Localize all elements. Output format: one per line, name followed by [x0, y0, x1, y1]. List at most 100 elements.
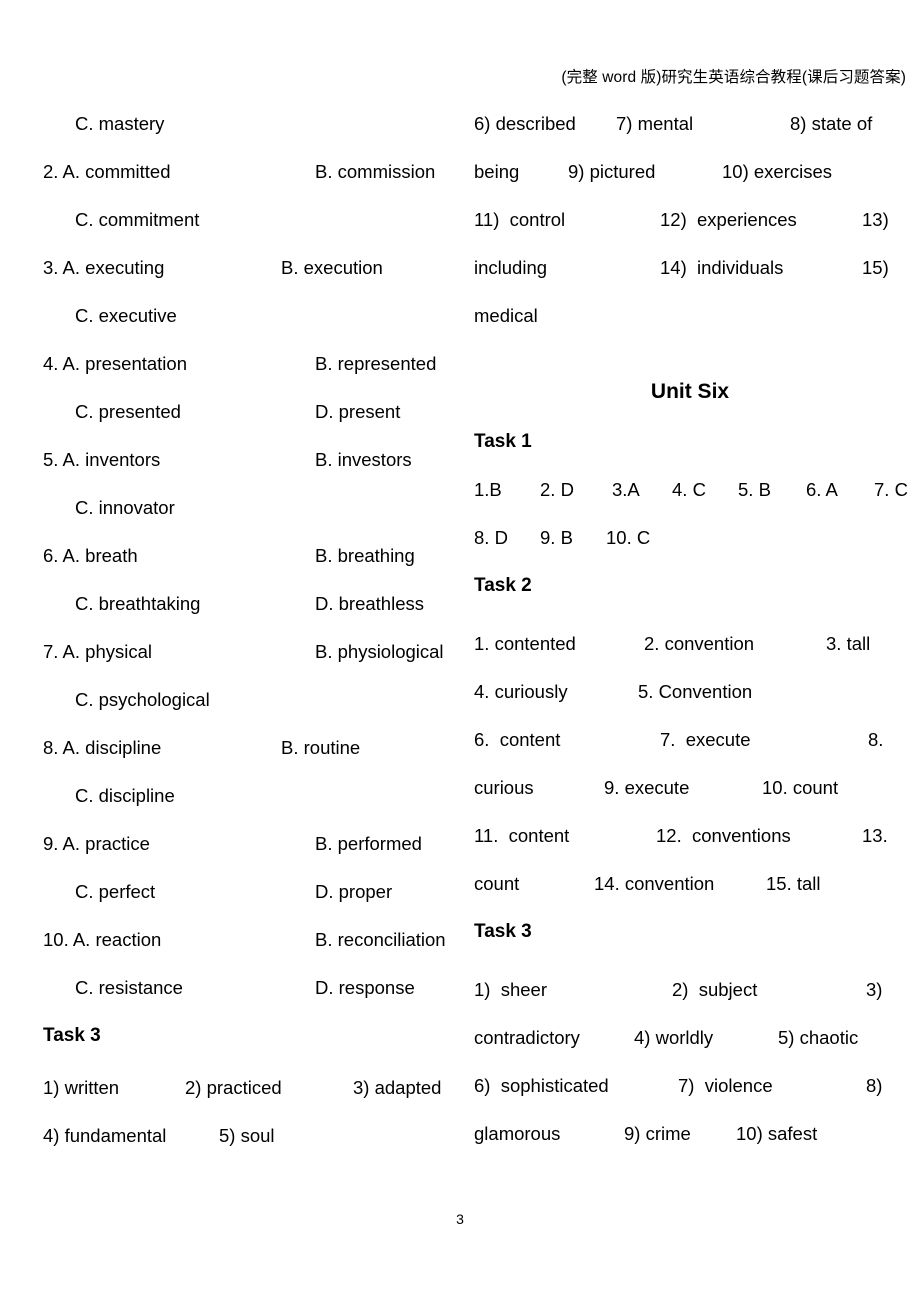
page-number: 3 — [456, 1211, 464, 1227]
option-choice-a: C. perfect — [75, 881, 156, 902]
answer-item: being — [474, 161, 520, 182]
option-choice-a: 5. A. inventors — [43, 449, 161, 470]
task2-row: count 14. convention 15. tall — [474, 860, 906, 908]
answer-item: 14. convention — [594, 873, 715, 894]
task3-heading: Task 3 — [474, 908, 906, 966]
answer-item: 9. execute — [604, 777, 690, 798]
task3-row: glamorous 9) crime 10) safest — [474, 1110, 906, 1158]
option-choice-a: 4. A. presentation — [43, 353, 187, 374]
option-choice-a: C. discipline — [75, 785, 175, 806]
answer-item: 7. execute — [660, 729, 751, 750]
option-choice-b: D. response — [315, 977, 415, 998]
cloze-answer-row: 11) control 12) experiences 13) — [474, 196, 906, 244]
task1-row: 1.B 2. D 3.A 4. C 5. B 6. A 7. C — [474, 466, 908, 514]
option-line: 9. A. practice B. performed — [43, 820, 453, 868]
option-choice-b: D. proper — [315, 881, 393, 902]
option-choice-a: C. presented — [75, 401, 181, 422]
task2-row: 1. contented 2. convention 3. tall — [474, 620, 906, 668]
option-choice-a: 3. A. executing — [43, 257, 165, 278]
answer-item: count — [474, 873, 520, 894]
option-choice-b: B. breathing — [315, 545, 415, 566]
option-choice-a: C. breathtaking — [75, 593, 201, 614]
option-line: 2. A. committed B. commission — [43, 148, 453, 196]
option-choice-b: B. routine — [281, 737, 361, 758]
option-choice-b: B. commission — [315, 161, 436, 182]
task-heading-text: Task 1 — [474, 431, 532, 452]
option-choice-b: B. investors — [315, 449, 412, 470]
task3-row: contradictory 4) worldly 5) chaotic — [474, 1014, 906, 1062]
answer-item: 8) — [866, 1075, 883, 1096]
answer-item: 6) sophisticated — [474, 1075, 609, 1096]
answer-item: including — [474, 257, 548, 278]
option-choice-b: B. physiological — [315, 641, 444, 662]
answer-item: 3) — [866, 979, 883, 1000]
option-line: 5. A. inventors B. investors — [43, 436, 453, 484]
option-choice-a: 8. A. discipline — [43, 737, 162, 758]
answer-item: 3) adapted — [353, 1077, 442, 1098]
option-choice-b: D. present — [315, 401, 401, 422]
answer-item: 3.A — [612, 479, 640, 500]
option-choice-a: 10. A. reaction — [43, 929, 162, 950]
answer-item: 12) experiences — [660, 209, 797, 230]
answer-item: 1.B — [474, 479, 502, 500]
option-choice-a: C. psychological — [75, 689, 210, 710]
option-choice-b: B. performed — [315, 833, 422, 854]
option-choice-a: 9. A. practice — [43, 833, 150, 854]
option-choice-a: C. resistance — [75, 977, 183, 998]
option-line: C. perfect D. proper — [43, 868, 453, 916]
task2-heading: Task 2 — [474, 562, 906, 620]
task2-row: 6. content 7. execute 8. — [474, 716, 906, 764]
answer-item: 7) violence — [678, 1075, 773, 1096]
answer-item: 8. — [868, 729, 884, 750]
option-line: C. presented D. present — [43, 388, 453, 436]
option-line: C. psychological — [43, 676, 453, 724]
option-choice-a: 2. A. committed — [43, 161, 171, 182]
answer-item: 14) individuals — [660, 257, 784, 278]
left-task3-block: Task 3 1) written 2) practiced 3) adapted 4)… — [43, 1012, 453, 1160]
task3-row: 6) sophisticated 7) violence 8) — [474, 1062, 906, 1110]
cloze-answer-row: including 14) individuals 15) — [474, 244, 906, 292]
answer-item: 7) mental — [616, 113, 694, 134]
option-line: 4. A. presentation B. represented — [43, 340, 453, 388]
answer-item: 1) written — [43, 1077, 120, 1098]
cloze-answer-row: 6) described 7) mental 8) state of — [474, 100, 906, 148]
option-line: C. resistance D. response — [43, 964, 453, 1012]
option-line: 7. A. physical B. physiological — [43, 628, 453, 676]
task-heading-text: Task 3 — [43, 1025, 101, 1046]
left-task3-heading: Task 3 — [43, 1012, 453, 1064]
answer-item: 15) — [862, 257, 889, 278]
task-heading-text: Task 2 — [474, 575, 532, 596]
answer-item: curious — [474, 777, 534, 798]
answer-item: 5. B — [738, 479, 771, 500]
option-line: C. mastery — [43, 100, 453, 148]
option-choice-a: C. innovator — [75, 497, 175, 518]
option-choice-b: B. reconciliation — [315, 929, 446, 950]
left-task3-row: 1) written 2) practiced 3) adapted — [43, 1064, 453, 1112]
answer-item: 4. curiously — [474, 681, 568, 702]
option-choice-a: 7. A. physical — [43, 641, 153, 662]
answer-item: 6. A — [806, 479, 838, 500]
option-line: C. discipline — [43, 772, 453, 820]
unit-six-block: Unit Six Task 1 1.B 2. D 3.A 4. C 5. B 6. A 7. C… — [474, 340, 908, 1158]
answer-item: 8. D — [474, 527, 508, 548]
answer-item: 11) control — [474, 209, 566, 230]
answer-item: 4) worldly — [634, 1027, 714, 1048]
left-task3-row: 4) fundamental 5) soul — [43, 1112, 453, 1160]
task-heading-text: Task 3 — [474, 921, 532, 942]
answer-item: 12. conventions — [656, 825, 791, 846]
answer-item: 6. content — [474, 729, 561, 750]
answer-item: 13) — [862, 209, 889, 230]
task1-row: 8. D 9. B 10. C — [474, 514, 906, 562]
option-line: 8. A. discipline B. routine — [43, 724, 453, 772]
answer-item: 5) soul — [219, 1125, 275, 1146]
answer-item: 2) subject — [672, 979, 758, 1000]
option-line: C. commitment — [43, 196, 453, 244]
right-column: 6) described 7) mental 8) state of being 9) … — [474, 100, 908, 1158]
task2-row: curious 9. execute 10. count — [474, 764, 906, 812]
answer-item: 9) crime — [624, 1123, 691, 1144]
option-choice-b: D. breathless — [315, 593, 424, 614]
option-choice-a: C. commitment — [75, 209, 200, 230]
task3-row: 1) sheer 2) subject 3) — [474, 966, 906, 1014]
answer-item: 1) sheer — [474, 979, 548, 1000]
